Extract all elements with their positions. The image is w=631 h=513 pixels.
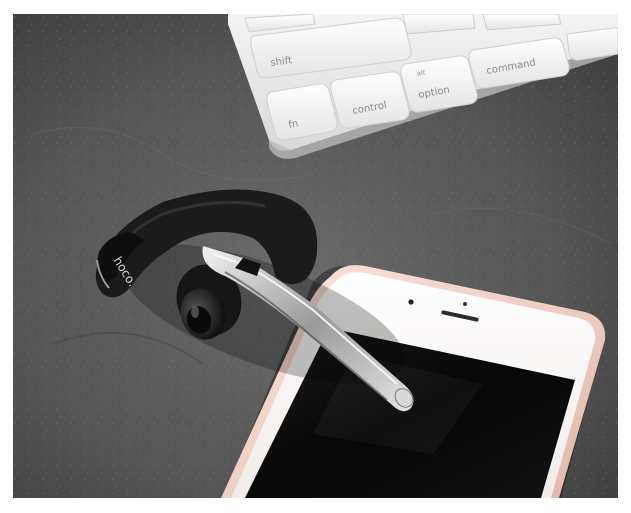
key-control: control <box>330 71 410 129</box>
key-fn: fn <box>266 83 338 141</box>
front-camera <box>408 299 414 305</box>
proximity-sensor <box>463 302 467 306</box>
image-frame: shift fn control alt option command hoco… <box>0 0 631 513</box>
key-option: alt option <box>400 55 478 113</box>
product-photo: shift fn control alt option command hoco… <box>13 14 618 498</box>
key-fn-label: fn <box>288 118 300 131</box>
key-alt-label: alt <box>416 68 426 77</box>
